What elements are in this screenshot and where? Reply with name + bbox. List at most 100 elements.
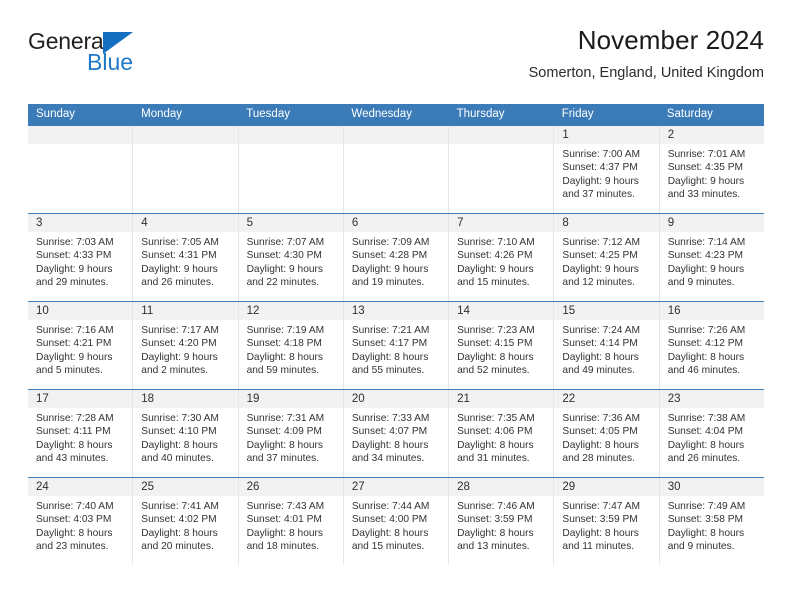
daylight-text-line1: Daylight: 9 hours <box>246 263 324 275</box>
calendar-day-cell[interactable]: 19 Sunrise: 7:31 AM Sunset: 4:09 PM Dayligh… <box>238 390 344 477</box>
daylight-text-line2: and 18 minutes. <box>246 541 320 553</box>
daylight-text-line2: and 40 minutes. <box>141 453 214 465</box>
sunset-text: Sunset: 4:23 PM <box>667 250 744 262</box>
daylight-text-line2: and 55 minutes. <box>351 365 425 377</box>
sunrise-text: Sunrise: 7:24 AM <box>562 325 640 336</box>
calendar-day-cell[interactable]: 14 Sunrise: 7:23 AM Sunset: 4:15 PM Dayligh… <box>449 302 555 389</box>
sunrise-text: Sunrise: 7:16 AM <box>36 325 114 336</box>
calendar-day-cell[interactable]: 16 Sunrise: 7:26 AM Sunset: 4:12 PM Dayligh… <box>659 302 764 389</box>
calendar-day-cell[interactable]: 10 Sunrise: 7:16 AM Sunset: 4:21 PM Dayligh… <box>28 302 134 389</box>
day-number: 8 <box>554 214 659 232</box>
daylight-text-line1: Daylight: 8 hours <box>36 527 113 539</box>
calendar-day-cell[interactable]: 29 Sunrise: 7:47 AM Sunset: 3:59 PM Dayligh… <box>554 478 660 565</box>
weekday-header-monday: Monday <box>141 108 183 120</box>
calendar-day-cell[interactable]: 27 Sunrise: 7:44 AM Sunset: 4:00 PM Dayligh… <box>343 478 450 565</box>
daylight-text-line1: Daylight: 9 hours <box>667 175 745 187</box>
day-details: Sunrise: 7:07 AM Sunset: 4:30 PM Daylight:… <box>239 232 343 290</box>
calendar-day-cell[interactable]: 30 Sunrise: 7:49 AM Sunset: 3:58 PM Dayligh… <box>659 478 764 565</box>
sunrise-text: Sunrise: 7:23 AM <box>457 325 535 336</box>
day-details: Sunrise: 7:03 AM Sunset: 4:33 PM Daylight:… <box>28 232 132 290</box>
calendar-day-cell[interactable]: 17 Sunrise: 7:28 AM Sunset: 4:11 PM Dayligh… <box>28 390 134 477</box>
calendar-day-cell[interactable]: 1 Sunrise: 7:00 AM Sunset: 4:37 PM Daylight… <box>554 126 660 213</box>
calendar-day-cell[interactable]: 9 Sunrise: 7:14 AM Sunset: 4:23 PM Daylight… <box>659 214 764 301</box>
calendar-day-cell[interactable]: 6 Sunrise: 7:09 AM Sunset: 4:28 PM Daylight… <box>343 214 450 301</box>
calendar-day-cell[interactable]: 4 Sunrise: 7:05 AM Sunset: 4:31 PM Daylight… <box>133 214 239 301</box>
sunrise-text: Sunrise: 7:33 AM <box>351 413 430 424</box>
calendar-day-cell[interactable]: 11 Sunrise: 7:17 AM Sunset: 4:20 PM Dayligh… <box>133 302 239 389</box>
day-number: 10 <box>28 302 133 320</box>
calendar-day-cell[interactable]: 13 Sunrise: 7:21 AM Sunset: 4:17 PM Dayligh… <box>343 302 450 389</box>
sunrise-text: Sunrise: 7:47 AM <box>562 501 640 512</box>
daylight-text-line2: and 12 minutes. <box>562 277 635 289</box>
day-number: 9 <box>659 214 764 232</box>
daylight-text-line2: and 9 minutes. <box>667 541 735 553</box>
weekday-header-sunday: Sunday <box>36 108 76 120</box>
calendar-day-cell[interactable]: 25 Sunrise: 7:41 AM Sunset: 4:02 PM Dayligh… <box>133 478 239 565</box>
calendar-day-cell[interactable]: 3 Sunrise: 7:03 AM Sunset: 4:33 PM Daylight… <box>28 214 134 301</box>
calendar-day-cell[interactable]: 15 Sunrise: 7:24 AM Sunset: 4:14 PM Dayligh… <box>554 302 660 389</box>
sunset-text: Sunset: 4:09 PM <box>246 426 322 438</box>
calendar-day-cell[interactable]: 21 Sunrise: 7:35 AM Sunset: 4:06 PM Dayligh… <box>449 390 555 477</box>
daylight-text-line1: Daylight: 8 hours <box>141 527 218 539</box>
day-number: 18 <box>133 390 238 408</box>
day-number: 26 <box>238 478 343 496</box>
sunset-text: Sunset: 4:18 PM <box>246 338 322 350</box>
calendar-day-cell[interactable]: 24 Sunrise: 7:40 AM Sunset: 4:03 PM Dayligh… <box>28 478 134 565</box>
sunrise-text: Sunrise: 7:49 AM <box>667 501 746 512</box>
sunrise-text: Sunrise: 7:38 AM <box>667 413 746 424</box>
calendar-day-cell[interactable]: 2 Sunrise: 7:01 AM Sunset: 4:35 PM Daylight… <box>659 126 764 213</box>
brand-logo[interactable]: General Blue <box>28 30 248 86</box>
daylight-text-line2: and 2 minutes. <box>141 365 209 377</box>
weekday-header-tuesday: Tuesday <box>246 108 290 120</box>
calendar-day-cell-empty <box>133 126 239 213</box>
calendar-day-cell[interactable]: 8 Sunrise: 7:12 AM Sunset: 4:25 PM Daylight… <box>554 214 660 301</box>
day-details: Sunrise: 7:31 AM Sunset: 4:09 PM Daylight:… <box>239 408 343 466</box>
daylight-text-line2: and 52 minutes. <box>457 365 530 377</box>
day-details: Sunrise: 7:05 AM Sunset: 4:31 PM Daylight:… <box>133 232 237 290</box>
sunrise-text: Sunrise: 7:43 AM <box>246 501 325 512</box>
sunrise-text: Sunrise: 7:19 AM <box>246 325 325 336</box>
sunset-text: Sunset: 4:00 PM <box>351 514 428 526</box>
calendar-day-cell[interactable]: 18 Sunrise: 7:30 AM Sunset: 4:10 PM Dayligh… <box>133 390 239 477</box>
sunset-text: Sunset: 4:33 PM <box>36 250 112 262</box>
calendar-day-cell[interactable]: 23 Sunrise: 7:38 AM Sunset: 4:04 PM Dayligh… <box>659 390 764 477</box>
sunset-text: Sunset: 4:12 PM <box>667 338 744 350</box>
calendar-day-cell[interactable]: 12 Sunrise: 7:19 AM Sunset: 4:18 PM Dayligh… <box>238 302 344 389</box>
sunrise-text: Sunrise: 7:21 AM <box>351 325 430 336</box>
day-number: 16 <box>659 302 764 320</box>
daylight-text-line1: Daylight: 8 hours <box>562 439 639 451</box>
calendar-day-cell[interactable]: 28 Sunrise: 7:46 AM Sunset: 3:59 PM Dayligh… <box>449 478 555 565</box>
day-details: Sunrise: 7:36 AM Sunset: 4:05 PM Daylight:… <box>554 408 658 466</box>
calendar-day-cell[interactable]: 22 Sunrise: 7:36 AM Sunset: 4:05 PM Dayligh… <box>554 390 660 477</box>
calendar-day-cell[interactable]: 7 Sunrise: 7:10 AM Sunset: 4:26 PM Daylight… <box>449 214 555 301</box>
day-details: Sunrise: 7:09 AM Sunset: 4:28 PM Daylight:… <box>344 232 448 290</box>
daylight-text-line2: and 22 minutes. <box>246 277 320 289</box>
sunrise-text: Sunrise: 7:28 AM <box>36 413 114 424</box>
weekday-header-friday: Friday <box>561 108 594 120</box>
sunset-text: Sunset: 4:06 PM <box>457 426 533 438</box>
day-details: Sunrise: 7:47 AM Sunset: 3:59 PM Daylight:… <box>554 496 658 554</box>
sunrise-text: Sunrise: 7:44 AM <box>351 501 430 512</box>
day-details: Sunrise: 7:44 AM Sunset: 4:00 PM Daylight:… <box>344 496 448 554</box>
day-number: 13 <box>343 302 449 320</box>
sunrise-text: Sunrise: 7:03 AM <box>36 237 114 248</box>
daylight-text-line1: Daylight: 9 hours <box>667 263 745 275</box>
sunrise-text: Sunrise: 7:10 AM <box>457 237 535 248</box>
daylight-text-line2: and 46 minutes. <box>667 365 741 377</box>
daylight-text-line1: Daylight: 9 hours <box>351 263 429 275</box>
daylight-text-line1: Daylight: 8 hours <box>246 527 324 539</box>
sunrise-text: Sunrise: 7:14 AM <box>667 237 746 248</box>
sunrise-text: Sunrise: 7:09 AM <box>351 237 430 248</box>
calendar-weeks: 1 Sunrise: 7:00 AM Sunset: 4:37 PM Daylight… <box>28 125 764 565</box>
sunrise-text: Sunrise: 7:12 AM <box>562 237 640 248</box>
day-number: 22 <box>554 390 659 408</box>
calendar-day-cell[interactable]: 26 Sunrise: 7:43 AM Sunset: 4:01 PM Dayligh… <box>238 478 344 565</box>
calendar-day-cell[interactable]: 20 Sunrise: 7:33 AM Sunset: 4:07 PM Dayligh… <box>343 390 450 477</box>
daylight-text-line1: Daylight: 9 hours <box>141 263 218 275</box>
calendar-grid: Sunday Monday Tuesday Wednesday Thursday… <box>28 104 764 565</box>
day-number: 21 <box>449 390 554 408</box>
sunset-text: Sunset: 4:25 PM <box>562 250 638 262</box>
calendar-day-cell[interactable]: 5 Sunrise: 7:07 AM Sunset: 4:30 PM Daylight… <box>238 214 344 301</box>
day-number: 29 <box>554 478 659 496</box>
day-number: 19 <box>238 390 343 408</box>
